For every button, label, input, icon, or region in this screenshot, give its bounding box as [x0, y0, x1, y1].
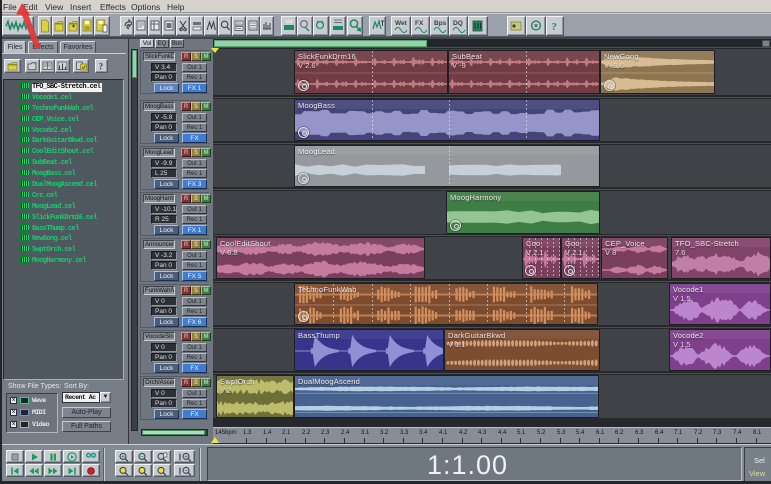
svg-text:DQ: DQ	[453, 20, 463, 27]
svg-text:?: ?	[99, 61, 104, 71]
svg-text:?: ?	[551, 21, 557, 33]
svg-text:Bps: Bps	[434, 20, 447, 27]
svg-text:Wet: Wet	[395, 20, 408, 27]
svg-text:FX: FX	[415, 20, 424, 27]
